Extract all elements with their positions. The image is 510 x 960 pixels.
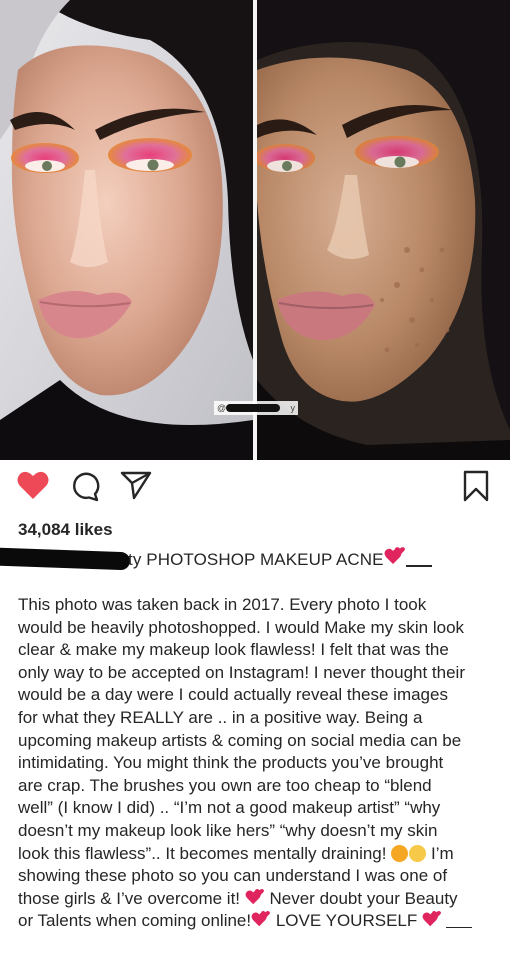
caption-title: ty PHOTOSHOP MAKEUP ACNE [128,550,384,570]
watermark-suffix: y [290,403,296,413]
worried-face-emoji-icon [391,844,409,862]
username-redaction [0,547,131,571]
caption-line: for what they REALLY are .. in a positiv… [18,707,423,727]
caption-header: ty PHOTOSHOP MAKEUP ACNE [0,544,510,574]
comment-icon[interactable] [70,470,102,507]
watermark-prefix: @ [217,403,227,413]
caption-line-text: those girls & I’ve overcome it! [18,888,241,908]
underline-mark [445,926,472,929]
caption-line-text: I’m [430,843,454,863]
caption-line: well” (I know I did) .. “I’m not a good … [18,798,441,818]
caption-line: look this flawless”.. It becomes mentall… [18,843,500,866]
watermark-redaction [226,404,280,412]
likes-count[interactable]: 34,084 likes [18,520,113,540]
before-photo [0,0,253,460]
caption-line: would be a day were I could actually rev… [18,685,448,705]
two-hearts-emoji-icon [422,911,441,927]
send-icon[interactable] [120,470,152,505]
caption-line: would be heavily photoshopped. I would M… [18,617,465,637]
exploding-head-emoji-icon [409,844,427,862]
caption-line: only way to be accepted on Instagram! I … [18,662,465,682]
caption-line-text: look this flawless”.. It becomes mentall… [18,843,387,863]
caption-line: clear & make my makeup look flawless! I … [18,640,449,660]
caption-line: or Talents when coming online! LOVE YOUR… [18,910,500,933]
bookmark-icon[interactable] [462,470,490,507]
two-hearts-emoji-icon [384,546,406,571]
photo-watermark: @ y [214,401,298,415]
caption-title-text: PHOTOSHOP MAKEUP ACNE [146,550,384,569]
caption-line: are crap. The brushes you own are too ch… [18,775,432,795]
caption-line: intimidating. You might think the produc… [18,753,444,773]
caption-body: This photo was taken back in 2017. Every… [18,594,500,933]
two-hearts-emoji-icon [245,888,264,904]
after-photo [257,0,510,460]
caption-line: doesn’t my makeup look like hers” “why d… [18,820,438,840]
caption-line: those girls & I’ve overcome it! Never do… [18,888,500,911]
caption-line-text: Never doubt your Beauty [269,888,458,908]
post-photo[interactable]: @ y [0,0,510,460]
two-hearts-emoji-icon [251,911,271,927]
caption-line: This photo was taken back in 2017. Every… [18,595,427,614]
username-tail[interactable]: ty [128,550,141,569]
caption-line-text: or Talents when coming online! [18,911,252,931]
caption-line: upcoming makeup artists & coming on soci… [18,730,462,750]
caption-line-text: LOVE YOURSELF [275,911,418,931]
caption-line: showing these photo so you can understan… [18,866,448,886]
underline-mark [406,565,432,567]
post-action-bar [0,468,510,510]
heart-icon[interactable] [16,470,50,505]
